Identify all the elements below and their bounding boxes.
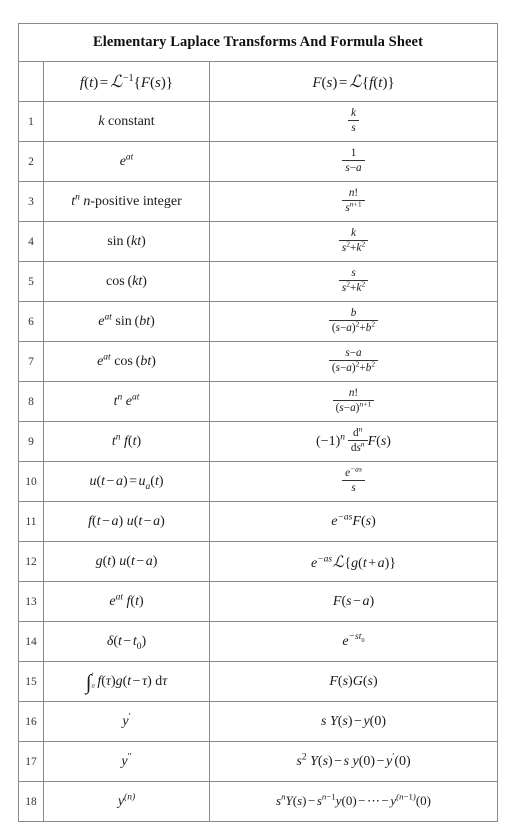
table-row: 4 sin (kt) k s2+k2 xyxy=(18,221,499,262)
laplace-formula-sheet: Elementary Laplace Transforms And Formul… xyxy=(17,23,499,822)
row-index: 7 xyxy=(18,341,44,382)
table-row: 1 k constant ks xyxy=(18,101,499,142)
row-index: 15 xyxy=(18,661,44,702)
row-fs: ks xyxy=(208,101,499,142)
row-ft: g(t) u(t − a) xyxy=(43,541,210,582)
row-ft: y′ xyxy=(43,701,210,742)
table-row: 18 y(n) snY(s) − sn−1y(0) − ⋯ − y(n−1)(0) xyxy=(18,781,499,822)
page-title: Elementary Laplace Transforms And Formul… xyxy=(17,23,499,62)
row-fs: snY(s) − sn−1y(0) − ⋯ − y(n−1)(0) xyxy=(208,781,499,822)
table-row: 13 eat f(t) F(s − a) xyxy=(18,581,499,622)
row-ft: eat sin (bt) xyxy=(43,301,210,342)
row-fs: 1 s−a xyxy=(208,141,499,182)
row-ft: eat f(t) xyxy=(43,581,210,622)
row-fs: n! sn+1 xyxy=(208,181,499,222)
row-ft: tn f(t) xyxy=(43,421,210,462)
row-fs: k s2+k2 xyxy=(208,221,499,262)
row-index: 6 xyxy=(18,301,44,342)
table-row: 2 eat 1 s−a xyxy=(18,141,499,182)
row-index: 12 xyxy=(18,541,44,582)
table-row: 14 δ(t − t0) e−st0 xyxy=(18,621,499,662)
row-ft: y(n) xyxy=(43,781,210,822)
row-fs: e−asF(s) xyxy=(208,501,499,542)
row-ft: ∫ t 0 f(τ)g(t − τ) dτ xyxy=(43,661,210,702)
column-header-fs: F(s) = ℒ{f(t)} xyxy=(208,61,499,102)
row-index: 1 xyxy=(18,101,44,142)
row-ft: sin (kt) xyxy=(43,221,210,262)
table-row: 5 cos (kt) s s2+k2 xyxy=(18,261,499,302)
row-ft: y″ xyxy=(43,741,210,782)
table-row: 3 tn n-positive integer n! sn+1 xyxy=(18,181,499,222)
table-row: 8 tn eat n! (s−a)n+1 xyxy=(18,381,499,422)
row-ft: u(t − a) = ua(t) xyxy=(43,461,210,502)
row-ft: f(t − a) u(t − a) xyxy=(43,501,210,542)
table-row: 6 eat sin (bt) b (s−a)2+b2 xyxy=(18,301,499,342)
row-index: 9 xyxy=(18,421,44,462)
row-fs: b (s−a)2+b2 xyxy=(208,301,499,342)
row-index: 16 xyxy=(18,701,44,742)
row-ft: tn n-positive integer xyxy=(43,181,210,222)
row-index: 17 xyxy=(18,741,44,782)
row-index: 2 xyxy=(18,141,44,182)
table-row: 11 f(t − a) u(t − a) e−asF(s) xyxy=(18,501,499,542)
row-fs: F(s − a) xyxy=(208,581,499,622)
row-index: 14 xyxy=(18,621,44,662)
laplace-transform-table: Elementary Laplace Transforms And Formul… xyxy=(17,23,499,822)
column-header-index xyxy=(18,61,44,102)
table-row: 9 tn f(t) (−1)n dn dsn F(s) xyxy=(18,421,499,462)
column-header-ft: f(t) = ℒ−1{F(s)} xyxy=(43,61,210,102)
row-ft: eat xyxy=(43,141,210,182)
row-fs: s Y(s) − y(0) xyxy=(208,701,499,742)
row-fs: (−1)n dn dsn F(s) xyxy=(208,421,499,462)
row-fs: e−st0 xyxy=(208,621,499,662)
row-ft: k constant xyxy=(43,101,210,142)
row-index: 13 xyxy=(18,581,44,622)
row-fs: e−asℒ{g(t + a)} xyxy=(208,541,499,582)
row-fs: e−as s xyxy=(208,461,499,502)
table-header-row: f(t) = ℒ−1{F(s)} F(s) = ℒ{f(t)} xyxy=(18,61,499,102)
table-row: 17 y″ s2 Y(s) − s y(0) − y′(0) xyxy=(18,741,499,782)
row-ft: cos (kt) xyxy=(43,261,210,302)
row-fs: s2 Y(s) − s y(0) − y′(0) xyxy=(208,741,499,782)
row-ft: tn eat xyxy=(43,381,210,422)
row-ft: eat cos (bt) xyxy=(43,341,210,382)
row-index: 8 xyxy=(18,381,44,422)
row-ft: δ(t − t0) xyxy=(43,621,210,662)
row-index: 5 xyxy=(18,261,44,302)
table-row: 7 eat cos (bt) s−a (s−a)2+b2 xyxy=(18,341,499,382)
row-index: 3 xyxy=(18,181,44,222)
row-fs: n! (s−a)n+1 xyxy=(208,381,499,422)
row-index: 11 xyxy=(18,501,44,542)
table-row: 15 ∫ t 0 f(τ)g(t − τ) dτ F(s)G(s) xyxy=(18,661,499,702)
row-index: 18 xyxy=(18,781,44,822)
table-row: 16 y′ s Y(s) − y(0) xyxy=(18,701,499,742)
row-fs: F(s)G(s) xyxy=(208,661,499,702)
row-index: 10 xyxy=(18,461,44,502)
row-index: 4 xyxy=(18,221,44,262)
row-fs: s s2+k2 xyxy=(208,261,499,302)
table-row: 12 g(t) u(t − a) e−asℒ{g(t + a)} xyxy=(18,541,499,582)
table-title-row: Elementary Laplace Transforms And Formul… xyxy=(17,23,499,62)
table-row: 10 u(t − a) = ua(t) e−as s xyxy=(18,461,499,502)
row-fs: s−a (s−a)2+b2 xyxy=(208,341,499,382)
